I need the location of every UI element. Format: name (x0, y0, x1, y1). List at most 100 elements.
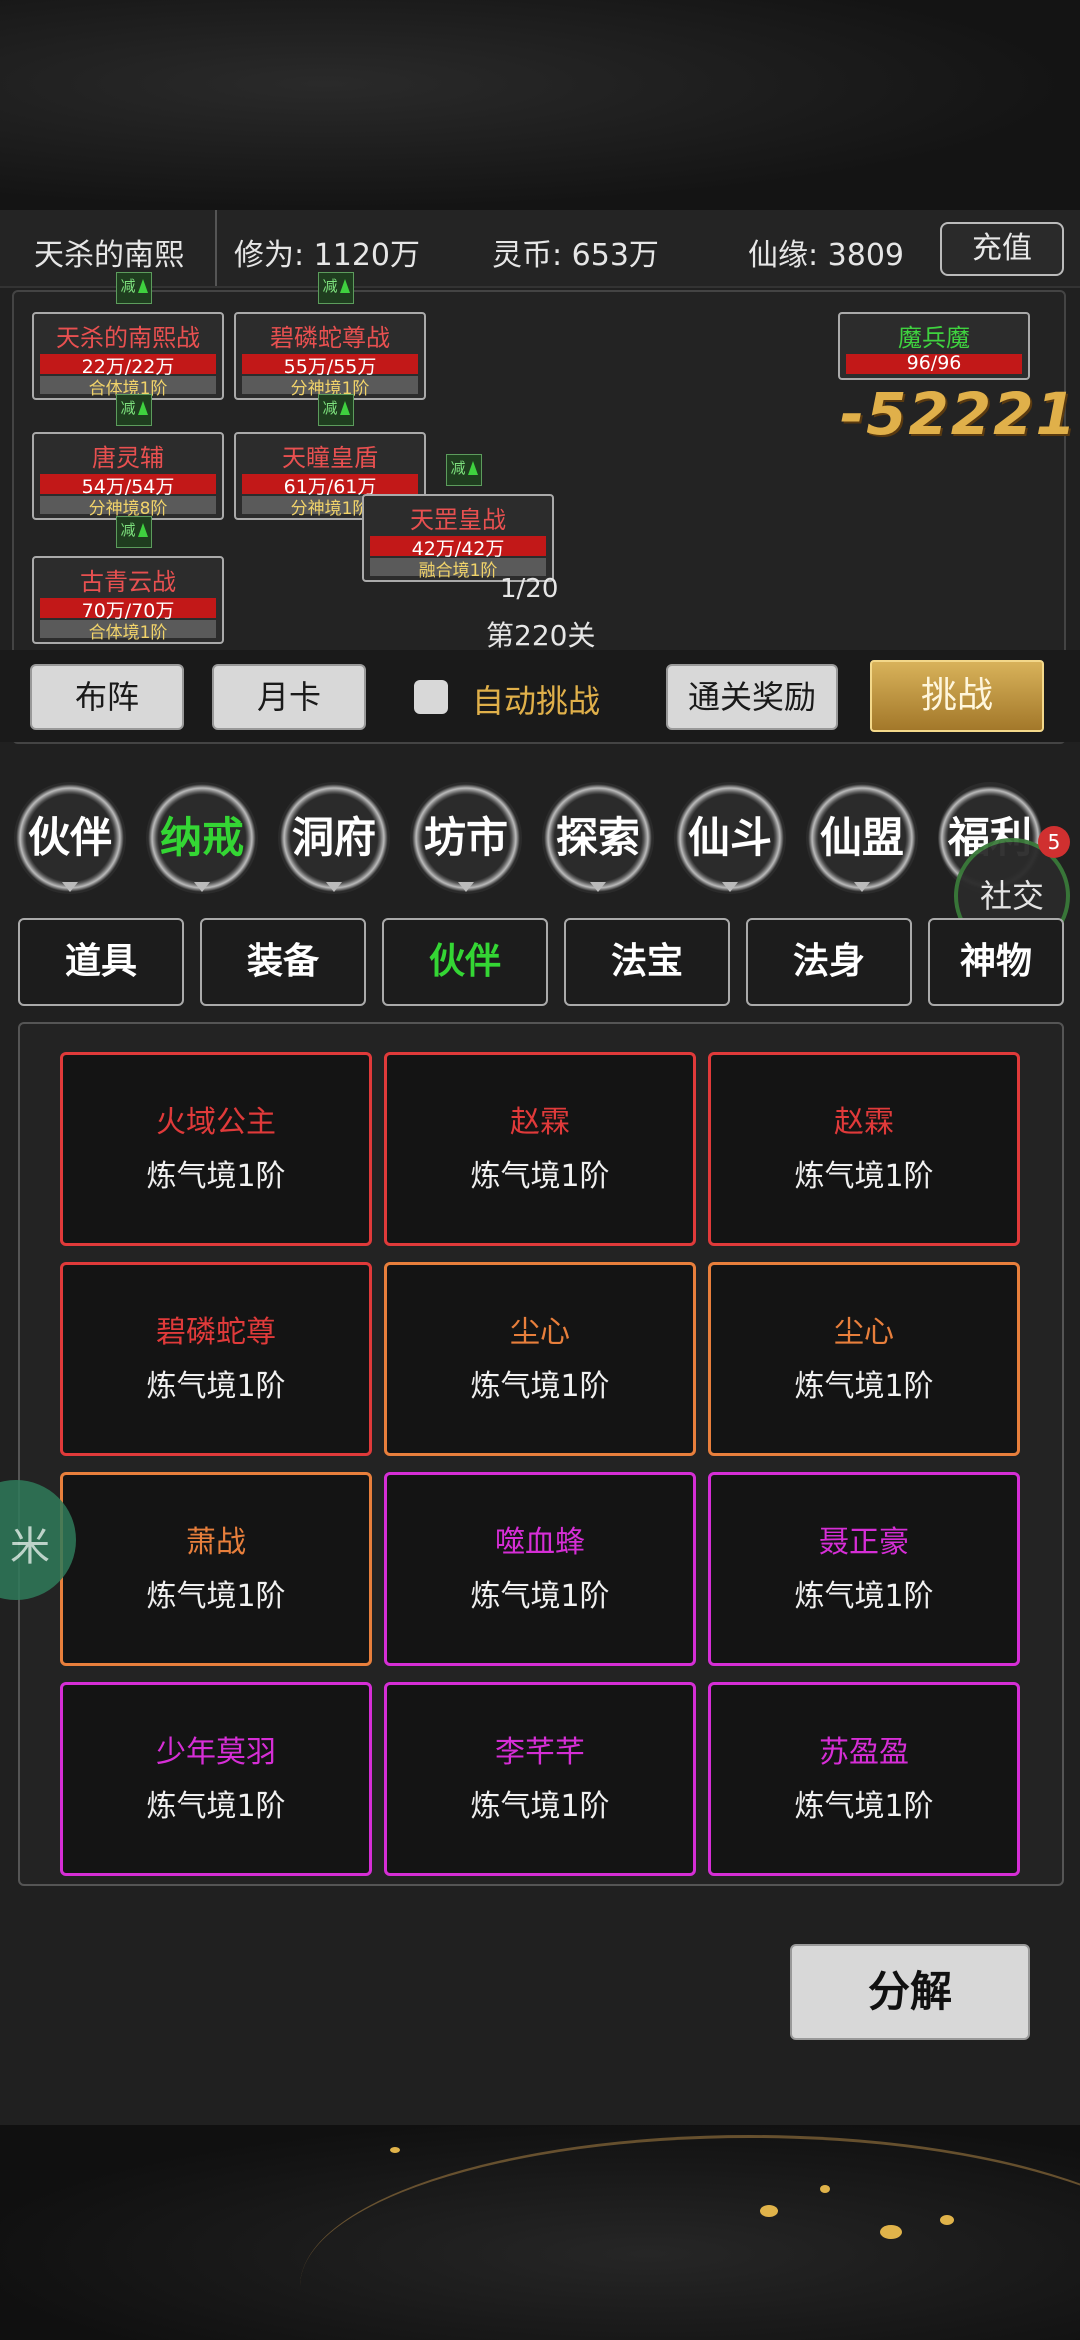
nav-label: 仙斗 (687, 813, 772, 862)
inventory-item[interactable]: 李芊芊 炼气境1阶 (384, 1682, 696, 1876)
inventory-item[interactable]: 苏盈盈 炼气境1阶 (708, 1682, 1020, 1876)
resource-header: 天杀的南熙 修为: 1120万 灵币: 653万 仙缘: 3809 充值 (0, 210, 1080, 288)
nav-partner[interactable]: 伙伴 (14, 782, 126, 894)
item-level: 炼气境1阶 (470, 1579, 610, 1614)
player-name[interactable]: 天杀的南熙 (34, 230, 184, 274)
nav-pointer (194, 882, 210, 892)
auto-challenge-checkbox[interactable] (414, 680, 448, 714)
unit-name: 天杀的南熙战 (56, 324, 200, 352)
item-level: 炼气境1阶 (794, 1579, 934, 1614)
decor-dot (760, 2205, 778, 2217)
recharge-button[interactable]: 充值 (940, 222, 1064, 276)
assistant-glyph: 米 (10, 1524, 50, 1570)
realm-bar: 合体境1阶 (40, 376, 216, 399)
hp-bar: 70万/70万 (40, 598, 216, 622)
tab-treasure[interactable]: 法宝 (564, 918, 730, 1006)
reduce-icon[interactable]: 减 (318, 394, 354, 426)
inventory-item[interactable]: 赵霖 炼气境1阶 (384, 1052, 696, 1246)
monthly-card-button[interactable]: 月卡 (212, 664, 366, 730)
item-level: 炼气境1阶 (794, 1159, 934, 1194)
item-name: 噬血蜂 (495, 1525, 585, 1560)
tab-items[interactable]: 道具 (18, 918, 184, 1006)
item-level: 炼气境1阶 (794, 1369, 934, 1404)
nav-label: 洞府 (291, 813, 376, 862)
ally-unit[interactable]: 碧磷蛇尊战 55万/55万 分神境1阶 (234, 312, 426, 400)
unit-name: 碧磷蛇尊战 (270, 324, 390, 352)
realm-bar: 分神境1阶 (242, 376, 418, 399)
decor-dot (390, 2147, 400, 2153)
inventory-item[interactable]: 赵霖炼气境1阶 (708, 1052, 1020, 1246)
up-arrow-icon (138, 279, 148, 293)
up-arrow-icon (138, 401, 148, 415)
unit-name: 天瞳皇盾 (282, 444, 378, 472)
nav-market[interactable]: 坊市 (410, 782, 522, 894)
inventory-item[interactable]: 尘心 炼气境1阶 (708, 1262, 1020, 1456)
inventory-item[interactable]: 火域公主炼气境1阶 (60, 1052, 372, 1246)
nav-label: 坊市 (423, 813, 508, 862)
item-name: 李芊芊 (495, 1735, 585, 1770)
item-name: 火域公主 (156, 1105, 276, 1140)
nav-alliance[interactable]: 仙盟 (806, 782, 918, 894)
tab-divine[interactable]: 神物 (928, 918, 1064, 1006)
inventory-item[interactable]: 尘心 炼气境1阶 (384, 1262, 696, 1456)
auto-challenge-label[interactable]: 自动挑战 (472, 676, 600, 722)
item-name: 碧磷蛇尊 (156, 1315, 276, 1350)
item-level: 炼气境1阶 (146, 1369, 286, 1404)
inventory-item[interactable]: 少年莫羽炼气境1阶 (60, 1682, 372, 1876)
inventory-item[interactable]: 聂正豪 炼气境1阶 (708, 1472, 1020, 1666)
top-background (0, 0, 1080, 210)
spirit-coin-value: 灵币: 653万 (492, 238, 659, 273)
item-level: 炼气境1阶 (470, 1159, 610, 1194)
reduce-icon-label: 减 (322, 277, 338, 295)
hp-bar: 42万/42万 (370, 536, 546, 560)
item-name: 苏盈盈 (819, 1735, 909, 1770)
decor-dot (820, 2185, 830, 2193)
reduce-icon[interactable]: 减 (116, 394, 152, 426)
reduce-icon[interactable]: 减 (318, 272, 354, 304)
decor-dot (880, 2225, 902, 2239)
item-name: 赵霖 (834, 1105, 894, 1140)
up-arrow-icon (340, 401, 350, 415)
hp-bar: 55万/55万 (242, 354, 418, 378)
nav-label: 纳戒 (159, 813, 244, 862)
item-level: 炼气境1阶 (146, 1789, 286, 1824)
reduce-icon[interactable]: 减 (446, 454, 482, 486)
ally-unit[interactable]: 唐灵辅 54万/54万 分神境8阶 (32, 432, 224, 520)
nav-explore[interactable]: 探索 (542, 782, 654, 894)
formation-button[interactable]: 布阵 (30, 664, 184, 730)
tab-partners[interactable]: 伙伴 (382, 918, 548, 1006)
item-name: 少年莫羽 (156, 1735, 276, 1770)
nav-label: 仙盟 (819, 813, 904, 862)
reduce-icon[interactable]: 减 (116, 516, 152, 548)
ally-unit[interactable]: 天罡皇战 42万/42万 融合境1阶 (362, 494, 554, 582)
hp-bar: 61万/61万 (242, 474, 418, 498)
realm-text: 合体境1阶 (88, 623, 168, 643)
hp-bar: 22万/22万 (40, 354, 216, 378)
decompose-button[interactable]: 分解 (790, 1944, 1030, 2040)
unit-name: 天罡皇战 (410, 506, 506, 534)
tab-avatar[interactable]: 法身 (746, 918, 912, 1006)
inventory-item[interactable]: 萧战 炼气境1阶 (60, 1472, 372, 1666)
nav-cave[interactable]: 洞府 (278, 782, 390, 894)
up-arrow-icon (340, 279, 350, 293)
enemy-unit[interactable]: 魔兵魔 96/96 (838, 312, 1030, 380)
item-name: 萧战 (186, 1525, 246, 1560)
bottom-background (0, 2125, 1080, 2340)
item-level: 炼气境1阶 (146, 1159, 286, 1194)
reduce-icon-label: 减 (120, 399, 136, 417)
ally-unit[interactable]: 天杀的南熙战 22万/22万 合体境1阶 (32, 312, 224, 400)
challenge-button[interactable]: 挑战 (870, 660, 1044, 732)
tab-equipment[interactable]: 装备 (200, 918, 366, 1006)
nav-label: 伙伴 (27, 813, 112, 862)
inventory-item[interactable]: 碧磷蛇尊炼气境1阶 (60, 1262, 372, 1456)
nav-arena[interactable]: 仙斗 (674, 782, 786, 894)
reduce-icon[interactable]: 减 (116, 272, 152, 304)
unit-name: 古青云战 (80, 568, 176, 596)
clear-reward-button[interactable]: 通关奖励 (666, 664, 838, 730)
inventory-item[interactable]: 噬血蜂炼气境1阶 (384, 1472, 696, 1666)
item-level: 炼气境1阶 (470, 1369, 610, 1404)
ally-unit[interactable]: 古青云战 70万/70万 合体境1阶 (32, 556, 224, 644)
realm-bar: 合体境1阶 (40, 620, 216, 643)
enemy-hp-bar: 96/96 (846, 352, 1022, 374)
nav-ring[interactable]: 纳戒 (146, 782, 258, 894)
